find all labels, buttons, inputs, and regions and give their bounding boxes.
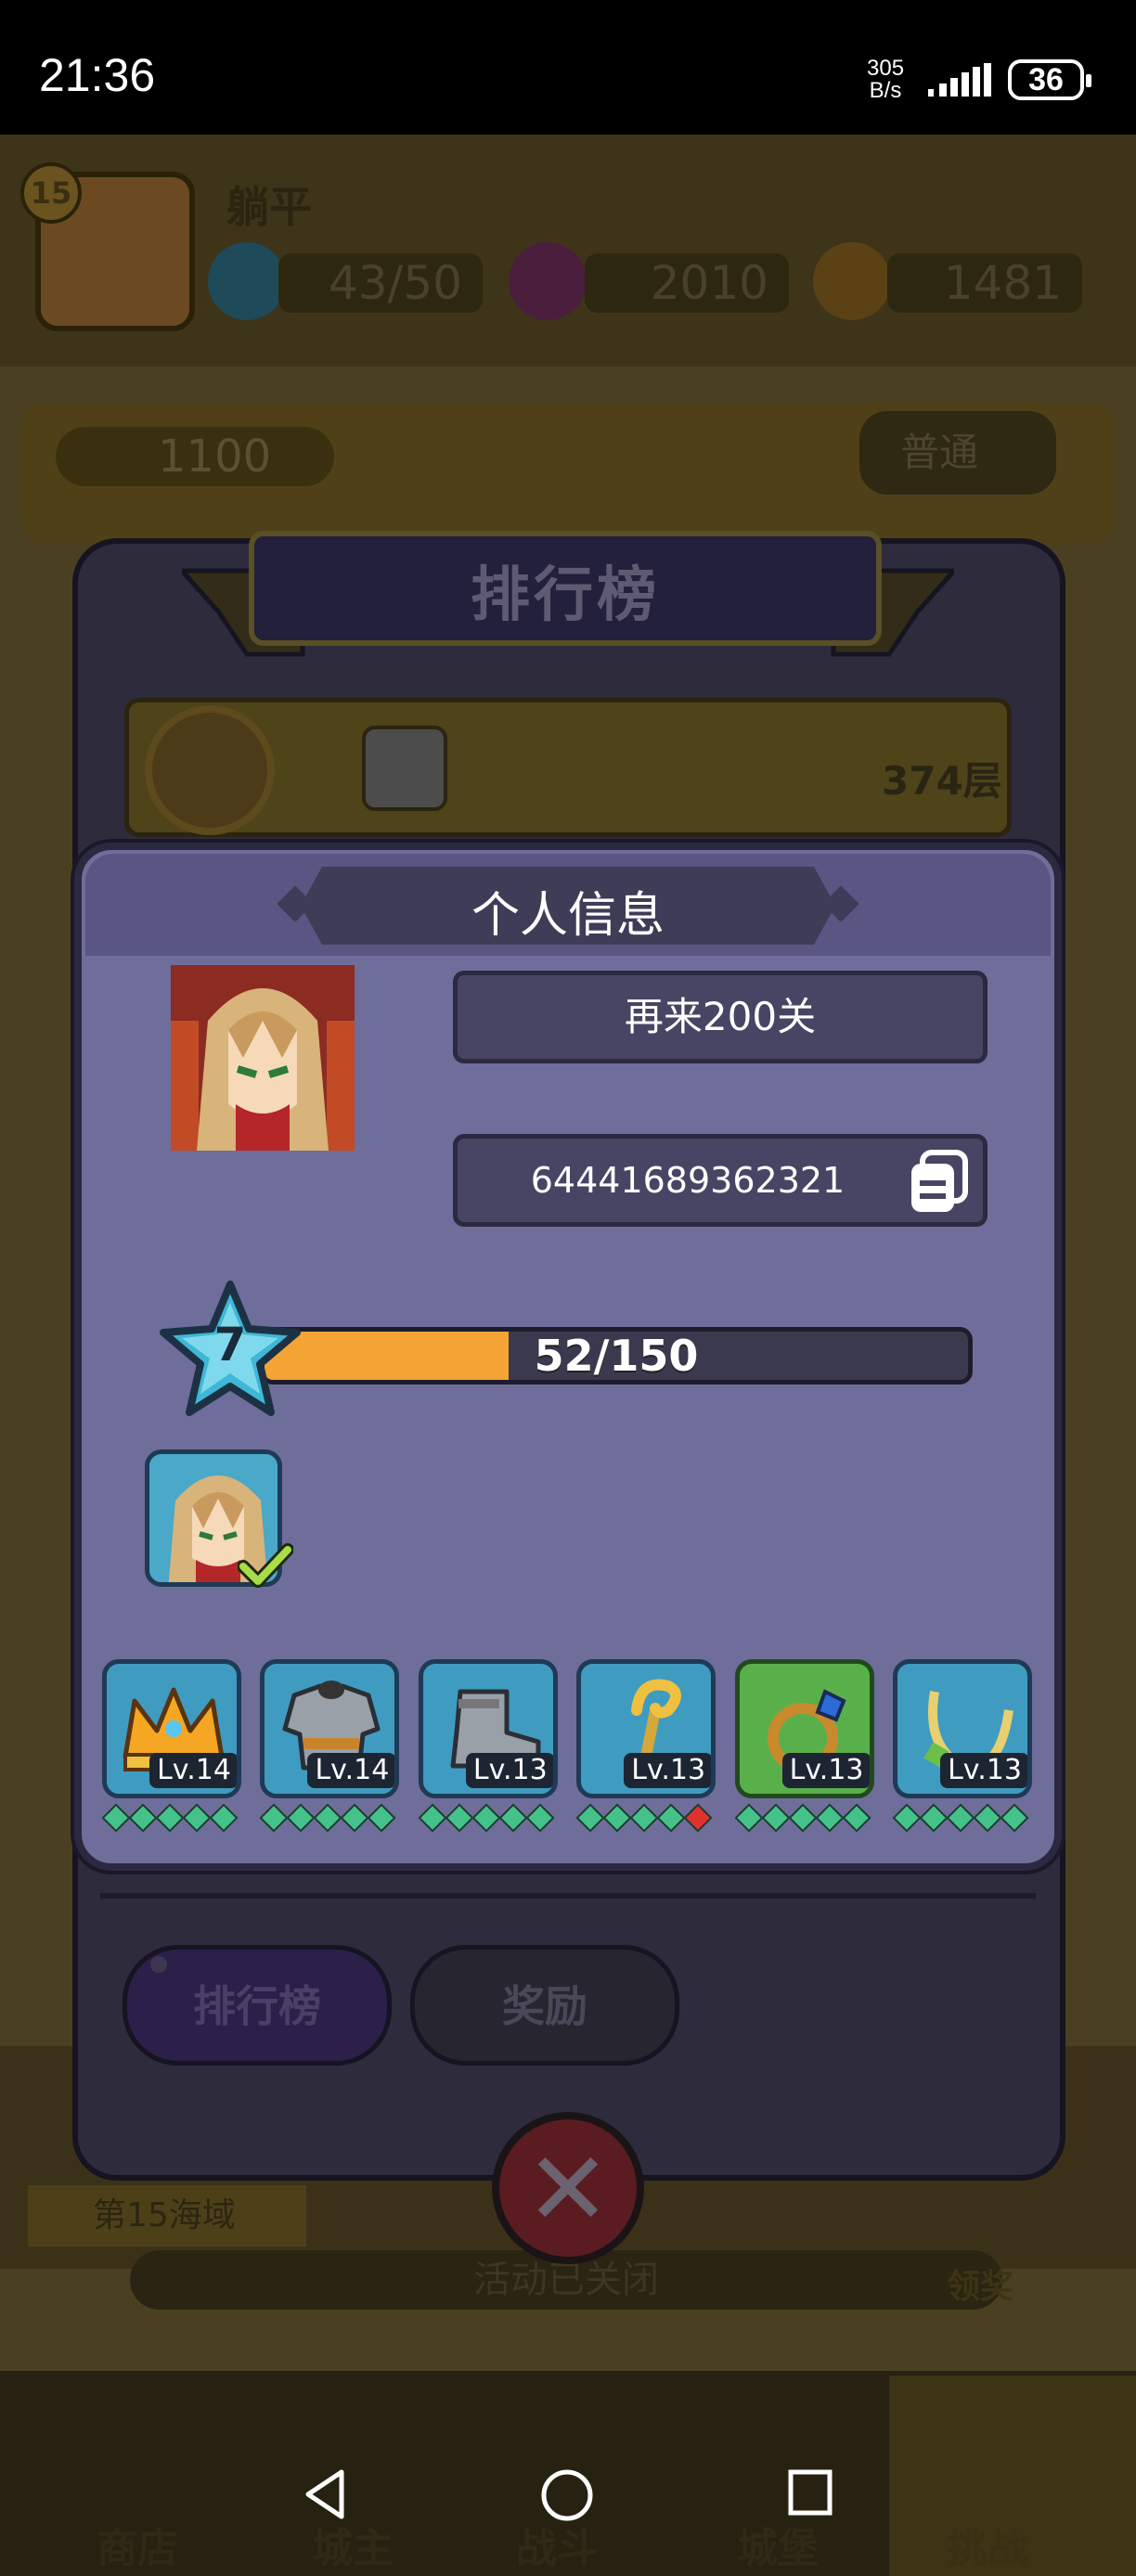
event-area-tag: 第15海域 (28, 2185, 306, 2247)
equipment-slot[interactable]: Lv.13 (893, 1659, 1032, 1798)
equipment-slot[interactable]: Lv.14 (260, 1659, 400, 1798)
network-speed: 305 B/s (867, 56, 905, 103)
gem-icon (509, 242, 587, 320)
copy-icon[interactable] (908, 1149, 969, 1214)
nav-lord: 城主 (312, 2525, 394, 2572)
nav-castle: 城堡 (737, 2525, 819, 2572)
nav-battle: 战斗 (516, 2525, 598, 2572)
energy-counter: 43/50 (278, 253, 483, 313)
close-icon: ✕ (524, 2130, 612, 2248)
top-player-floor: 374层 (882, 758, 1002, 804)
difficulty-select: 普通 (859, 411, 1056, 495)
equipment-slot[interactable]: Lv.13 (576, 1659, 716, 1798)
equipment-slot[interactable]: Lv.13 (418, 1659, 558, 1798)
energy-icon (208, 242, 286, 320)
personal-info-title: 个人信息 (471, 888, 665, 944)
player-name: 躺平 (226, 182, 312, 232)
top-player-avatar (362, 726, 447, 811)
nav-home-icon[interactable] (540, 2468, 594, 2522)
equipment-level: Lv.14 (149, 1753, 237, 1788)
equipment-level: Lv.13 (940, 1753, 1027, 1788)
xp-progress-bar: 52/150 (260, 1327, 973, 1385)
player-level-badge: 15 (20, 162, 82, 224)
hero-portrait-icon (171, 965, 355, 1151)
signal-icon (928, 63, 991, 97)
coin-counter: 1481 (887, 253, 1082, 313)
gem-counter: 2010 (585, 253, 789, 313)
notification-dot (150, 1956, 167, 1973)
coin-icon (813, 242, 891, 320)
xp-progress-text: 52/150 (534, 1331, 699, 1381)
nav-recents-icon[interactable] (787, 2468, 833, 2517)
nav-shop: 商店 (97, 2525, 178, 2572)
leaderboard-title: 排行榜 (471, 561, 660, 630)
nav-challenge: 挑战 (947, 2525, 1028, 2572)
tab-rewards[interactable]: 奖励 (410, 1945, 679, 2066)
claim-reward-label: 领奖 (947, 2268, 1014, 2306)
battery-icon: 36 (1008, 59, 1091, 100)
nav-back-icon[interactable] (303, 2468, 349, 2520)
close-button[interactable]: ✕ (492, 2112, 644, 2264)
equipment-slot[interactable]: Lv.13 (734, 1659, 874, 1798)
banner-coin-counter: 1100 (56, 427, 334, 486)
equipment-level: Lv.14 (307, 1753, 395, 1788)
equipment-level: Lv.13 (624, 1753, 712, 1788)
player-level: 7 (213, 1318, 247, 1372)
player-portrait (171, 965, 355, 1151)
clock: 21:36 (39, 49, 156, 101)
status-bar: 21:36 305 B/s 36 (0, 0, 1136, 135)
check-icon (238, 1543, 293, 1588)
equipment-level: Lv.13 (781, 1753, 870, 1788)
equipment-level: Lv.13 (465, 1753, 553, 1788)
equipment-slot[interactable]: Lv.14 (102, 1659, 241, 1798)
first-place-medal-icon (145, 705, 275, 835)
divider (100, 1893, 1036, 1899)
nickname-field: 再来200关 (453, 971, 988, 1063)
